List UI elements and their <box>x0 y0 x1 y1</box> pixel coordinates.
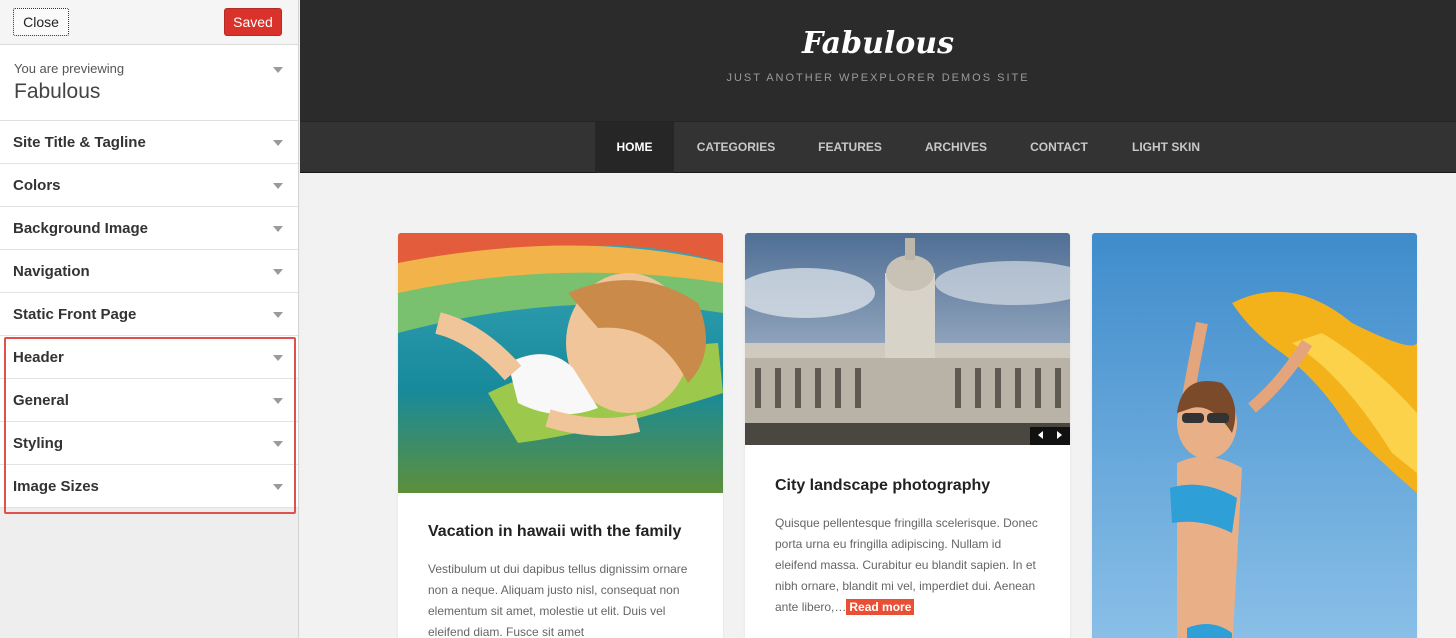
chevron-down-icon <box>273 140 283 146</box>
post-card <box>1092 233 1417 638</box>
slider-controls <box>1030 427 1070 445</box>
section-site-title-tagline[interactable]: Site Title & Tagline <box>0 121 298 164</box>
historic-building-photo[interactable] <box>745 233 1070 445</box>
section-static-front-page[interactable]: Static Front Page <box>0 293 298 336</box>
section-label: Background Image <box>13 220 149 237</box>
nav-item-categories[interactable]: CATEGORIES <box>685 122 787 173</box>
theme-name: Fabulous <box>14 80 101 103</box>
chevron-down-icon <box>273 441 283 447</box>
post-excerpt: Quisque pellentesque fringilla scelerisq… <box>775 513 1046 618</box>
chevron-down-icon <box>273 269 283 275</box>
chevron-down-icon <box>273 67 283 73</box>
chevron-down-icon <box>273 226 283 232</box>
chevron-down-icon <box>273 484 283 490</box>
section-image-sizes[interactable]: Image Sizes <box>0 465 298 508</box>
section-colors[interactable]: Colors <box>0 164 298 207</box>
post-excerpt: Vestibulum ut dui dapibus tellus digniss… <box>428 562 688 638</box>
nav-item-home[interactable]: HOME <box>595 122 674 173</box>
section-general[interactable]: General <box>0 379 298 422</box>
girl-in-hammock-photo[interactable] <box>398 233 723 493</box>
section-label: Navigation <box>13 263 90 280</box>
saved-button[interactable]: Saved <box>224 8 282 36</box>
arrow-left-icon[interactable] <box>1038 431 1043 439</box>
section-background-image[interactable]: Background Image <box>0 207 298 250</box>
post-title[interactable]: City landscape photography <box>775 477 1050 495</box>
nav-item-features[interactable]: FEATURES <box>806 122 894 173</box>
chevron-down-icon <box>273 398 283 404</box>
site-preview: Fabulous JUST ANOTHER WPEXPLORER DEMOS S… <box>300 0 1456 638</box>
nav-item-archives[interactable]: ARCHIVES <box>914 122 998 173</box>
section-label: Styling <box>13 435 64 452</box>
site-logo[interactable]: Fabulous <box>300 26 1456 61</box>
customizer-sidebar: Close Saved You are previewing Fabulous … <box>0 0 299 638</box>
nav-item-contact[interactable]: CONTACT <box>1018 122 1100 173</box>
close-button[interactable]: Close <box>13 8 69 36</box>
chevron-down-icon <box>273 183 283 189</box>
post-card: City landscape photography Quisque pelle… <box>745 233 1070 638</box>
section-navigation[interactable]: Navigation <box>0 250 298 293</box>
previewing-label: You are previewing <box>14 61 125 76</box>
site-tagline: JUST ANOTHER WPEXPLORER DEMOS SITE <box>726 72 1030 84</box>
main-navigation: HOME CATEGORIES FEATURES ARCHIVES CONTAC… <box>300 121 1456 173</box>
nav-item-light-skin[interactable]: LIGHT SKIN <box>1120 122 1212 173</box>
post-title[interactable]: Vacation in hawaii with the family <box>428 523 703 541</box>
site-header: Fabulous JUST ANOTHER WPEXPLORER DEMOS S… <box>300 0 1456 121</box>
arrow-right-icon[interactable] <box>1057 431 1062 439</box>
customizer-topbar: Close Saved <box>0 0 298 45</box>
chevron-down-icon <box>273 312 283 318</box>
section-label: Header <box>13 349 64 366</box>
section-label: Site Title & Tagline <box>13 134 146 151</box>
section-label: General <box>13 392 69 409</box>
section-label: Static Front Page <box>13 306 137 323</box>
section-styling[interactable]: Styling <box>0 422 298 465</box>
woman-with-yellow-scarf-photo[interactable] <box>1092 233 1417 638</box>
section-label: Colors <box>13 177 61 194</box>
chevron-down-icon <box>273 355 283 361</box>
section-header[interactable]: Header <box>0 336 298 379</box>
read-more-link[interactable]: Read more <box>846 599 915 615</box>
theme-preview-info[interactable]: You are previewing Fabulous <box>0 45 298 121</box>
post-card: Vacation in hawaii with the family Vesti… <box>398 233 723 638</box>
section-label: Image Sizes <box>13 478 99 495</box>
